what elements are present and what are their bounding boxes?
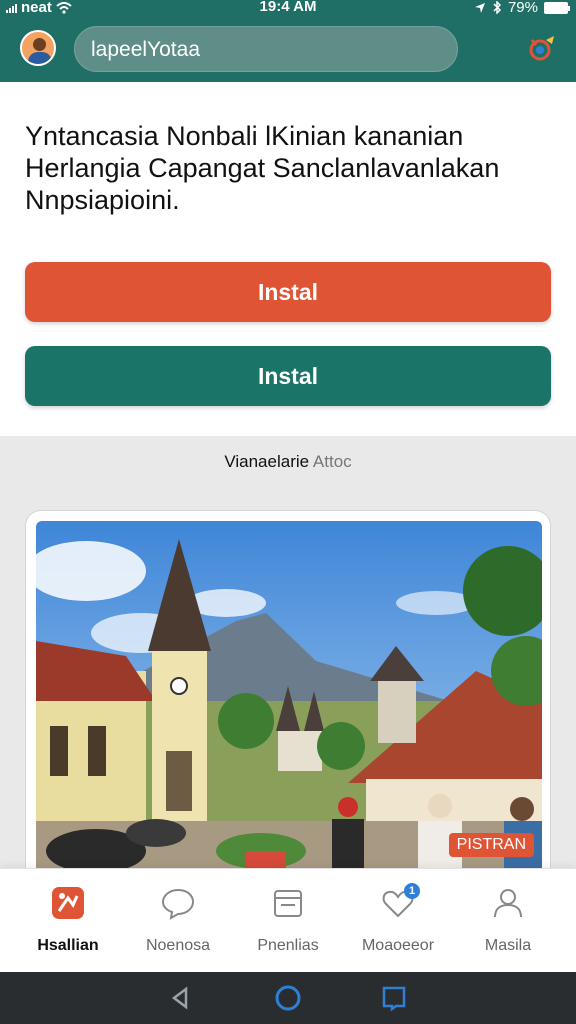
app-logo-icon — [52, 887, 84, 919]
system-nav-bar — [0, 972, 576, 1024]
section-title-soft: Attoc — [312, 452, 352, 471]
back-icon[interactable] — [166, 984, 194, 1012]
nav-item-calendar[interactable]: Pnenlias — [232, 869, 344, 973]
nav-label-favorites: Moaoeeor — [361, 937, 435, 954]
chat-bubble-icon — [161, 888, 195, 920]
notification-badge: 1 — [404, 883, 420, 899]
nav-label-calendar: Pnenlias — [257, 937, 319, 954]
bottom-nav: Hsallian Noenosa Pnenlias 1 Moaoeeor Mas… — [0, 868, 576, 972]
nav-item-favorites[interactable]: 1 Moaoeeor — [342, 869, 454, 973]
nav-item-messages[interactable]: Noenosa — [122, 869, 234, 973]
battery-percent: 79% — [507, 0, 538, 16]
location-icon — [474, 2, 485, 13]
brand-icon[interactable] — [526, 32, 558, 64]
photo-badge: PISTRAN — [448, 833, 534, 857]
app-bar: lapeelYotaa — [0, 16, 576, 82]
status-bar: neat 19:4 AM 79% — [0, 0, 576, 16]
nav-item-profile[interactable]: Masila — [452, 869, 564, 973]
calendar-icon — [274, 890, 302, 917]
nav-label-messages: Noenosa — [145, 937, 211, 954]
status-right: 79% — [474, 0, 570, 16]
install-button-primary[interactable]: Instal — [25, 262, 551, 322]
home-icon[interactable] — [274, 984, 302, 1012]
headline: Yntancasia Nonbali lKinian kananian Herl… — [25, 121, 500, 215]
recents-icon[interactable] — [380, 984, 408, 1012]
nav-label-home: Hsallian — [37, 937, 99, 954]
nav-item-home[interactable]: Hsallian — [12, 869, 124, 973]
battery-icon — [544, 1, 570, 14]
install-button-secondary[interactable]: Instal — [25, 346, 551, 406]
photo-card[interactable]: PISTRAN — [25, 510, 551, 930]
content-area: Yntancasia Nonbali lKinian kananian Herl… — [0, 82, 576, 436]
bluetooth-icon — [493, 1, 502, 14]
section-title: Vianaelarie Attoc — [0, 452, 576, 472]
search-bar[interactable]: lapeelYotaa — [74, 26, 458, 72]
profile-icon — [494, 889, 522, 918]
nav-label-profile: Masila — [484, 937, 532, 954]
search-text: lapeelYotaa — [91, 38, 200, 61]
section-title-strong: Vianaelarie — [224, 452, 310, 471]
avatar[interactable] — [20, 30, 56, 66]
village-photo: PISTRAN — [36, 521, 542, 921]
